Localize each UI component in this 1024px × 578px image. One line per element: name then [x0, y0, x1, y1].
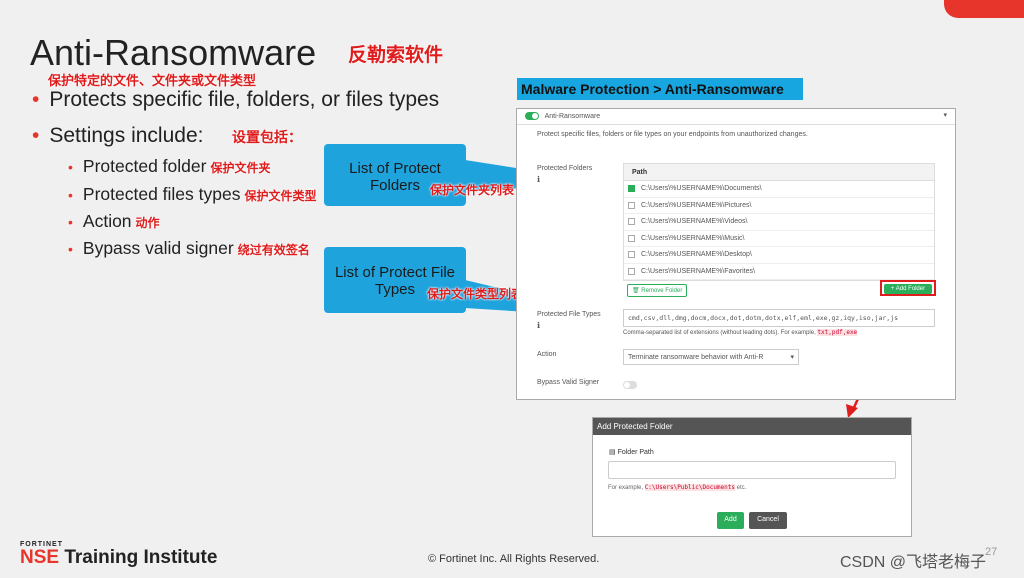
- page-number: 27: [985, 546, 998, 558]
- checkbox[interactable]: [628, 234, 635, 242]
- table-row[interactable]: C:\Users\%USERNAME%\Documents\: [624, 181, 934, 198]
- logo-nse: NSE: [20, 547, 60, 568]
- filetypes-input[interactable]: cmd,csv,dll,dmg,docm,docx,dot,dotm,dotx,…: [623, 309, 935, 327]
- folders-label: Protected Folders: [537, 165, 593, 172]
- folder-path: C:\Users\%USERNAME%\Pictures\: [641, 201, 752, 209]
- subbullet: • Action 动作: [68, 211, 160, 231]
- checkbox[interactable]: [628, 218, 635, 226]
- remove-folder-button[interactable]: 🗑 Remove Folder: [627, 284, 688, 297]
- add-folder-button[interactable]: + Add Folder: [884, 284, 932, 294]
- subbullet-text: Bypass valid signer: [82, 238, 234, 258]
- add-folder-modal: Add Protected Folder ▤ Folder Path For e…: [592, 417, 912, 537]
- hint-example: C:\Users\Public\Documents: [644, 484, 735, 491]
- slide-title-cn: 反勒索软件: [348, 44, 444, 66]
- hint-suffix: etc.: [736, 485, 747, 491]
- subbullet-cn: 保护文件夹: [210, 161, 271, 175]
- cancel-button[interactable]: Cancel: [749, 512, 787, 529]
- add-folder-highlight: + Add Folder: [880, 280, 936, 296]
- callout-filetypes-cn: 保护文件类型列表: [427, 287, 524, 301]
- callout-line: List of Protect File: [334, 264, 456, 281]
- bullet-2-text: Settings include:: [49, 124, 204, 147]
- file-icon: ▤: [609, 449, 616, 456]
- panel-header-label: Anti-Ransomware: [544, 112, 601, 120]
- subbullet: • Protected files types 保护文件类型: [68, 184, 317, 204]
- callout-line-text: Folders: [369, 177, 421, 194]
- logo-rest: Training Institute: [64, 547, 218, 568]
- path-header: Path: [624, 164, 934, 181]
- filetypes-label: Protected File Types: [537, 311, 601, 318]
- filetypes-hint: Comma-separated list of extensions (with…: [623, 329, 858, 336]
- checkbox[interactable]: [628, 201, 635, 209]
- subbullet-text: Protected files types: [82, 184, 241, 204]
- folder-path: C:\Users\%USERNAME%\Desktop\: [641, 251, 752, 259]
- add-folder-arrowhead: [846, 404, 858, 418]
- subbullet-cn: 保护文件类型: [244, 189, 317, 203]
- filetypes-example: txt,pdf,exe: [817, 329, 858, 336]
- caret-down-icon: ▾: [790, 354, 794, 361]
- folders-table: Path C:\Users\%USERNAME%\Documents\ C:\U…: [623, 163, 935, 281]
- table-row[interactable]: C:\Users\%USERNAME%\Desktop\: [624, 247, 934, 264]
- info-icon: ℹ: [537, 175, 541, 184]
- bullet-2: • Settings include:: [32, 124, 204, 147]
- table-row[interactable]: C:\Users\%USERNAME%\Favorites\: [624, 264, 934, 280]
- copyright: © Fortinet Inc. All Rights Reserved.: [428, 553, 600, 565]
- bypass-toggle[interactable]: [623, 381, 641, 389]
- watermark: CSDN @飞塔老梅子: [840, 554, 987, 571]
- bullet1-cn: 保护特定的文件、文件夹或文件类型: [48, 74, 257, 89]
- bullet-2-cn: 设置包括：: [232, 130, 302, 146]
- subbullet-text: Action: [82, 211, 132, 231]
- subbullet: • Protected folder 保护文件夹: [68, 156, 271, 176]
- toggle-switch[interactable]: [623, 381, 637, 389]
- trash-icon: 🗑: [632, 288, 640, 294]
- folder-path-input[interactable]: [608, 461, 896, 479]
- add-button[interactable]: Add: [717, 512, 744, 529]
- fortinet-logo: FORTINET NSE Training Institute: [20, 541, 217, 567]
- subbullet-cn: 动作: [135, 216, 160, 230]
- hint-prefix: For example,: [608, 485, 644, 491]
- checkbox[interactable]: [628, 267, 635, 275]
- action-label: Action: [537, 351, 557, 358]
- action-select[interactable]: Terminate ransomware behavior with Anti-…: [623, 349, 799, 365]
- folder-path-label: ▤ Folder Path: [609, 448, 654, 456]
- logo-main: NSE Training Institute: [20, 548, 217, 567]
- info-icon: ℹ: [537, 321, 541, 330]
- checkbox[interactable]: [628, 185, 635, 193]
- bullet-1: • Protects specific file, folders, or fil…: [32, 88, 440, 111]
- subbullet: • Bypass valid signer 绕过有效签名: [68, 238, 310, 258]
- anti-ransomware-panel: Anti-Ransomware ▾ Protect specific files…: [516, 108, 956, 400]
- table-row[interactable]: C:\Users\%USERNAME%\Music\: [624, 231, 934, 247]
- slide-title: Anti-Ransomware: [30, 32, 317, 73]
- table-row[interactable]: C:\Users\%USERNAME%\Videos\: [624, 214, 934, 231]
- panel-header[interactable]: Anti-Ransomware ▾: [517, 109, 955, 125]
- callout-filetypes: List of Protect File Types: [324, 247, 466, 313]
- bullet-1-text: Protects specific file, folders, or file…: [49, 88, 440, 111]
- folder-path: C:\Users\%USERNAME%\Favorites\: [641, 267, 755, 275]
- callout-folders-cn: 保护文件夹列表: [430, 183, 515, 197]
- bypass-label: Bypass Valid Signer: [537, 379, 600, 386]
- filetypes-hint-text: Comma-separated list of extensions (with…: [623, 330, 816, 336]
- enable-toggle[interactable]: [525, 112, 539, 120]
- folder-path-label-text: Folder Path: [617, 449, 654, 456]
- table-row[interactable]: C:\Users\%USERNAME%\Pictures\: [624, 198, 934, 214]
- folder-path: C:\Users\%USERNAME%\Documents\: [641, 185, 762, 193]
- subbullet-cn: 绕过有效签名: [237, 243, 310, 257]
- panel-description: Protect specific files, folders or file …: [537, 131, 808, 138]
- breadcrumb: Malware Protection > Anti-Ransomware: [517, 78, 803, 100]
- folder-path: C:\Users\%USERNAME%\Videos\: [641, 218, 748, 226]
- subbullet-text: Protected folder: [82, 156, 207, 176]
- callout-line: List of Protect: [349, 160, 441, 177]
- corner-accent: [944, 0, 1024, 18]
- chevron-down-icon[interactable]: ▾: [943, 111, 947, 119]
- checkbox[interactable]: [628, 251, 635, 259]
- folder-path-hint: For example, C:\Users\Public\Documents e…: [608, 484, 746, 491]
- action-value: Terminate ransomware behavior with Anti-…: [628, 354, 764, 361]
- remove-folder-label: Remove Folder: [641, 288, 683, 294]
- folder-path: C:\Users\%USERNAME%\Music\: [641, 234, 745, 242]
- modal-title: Add Protected Folder: [593, 418, 911, 435]
